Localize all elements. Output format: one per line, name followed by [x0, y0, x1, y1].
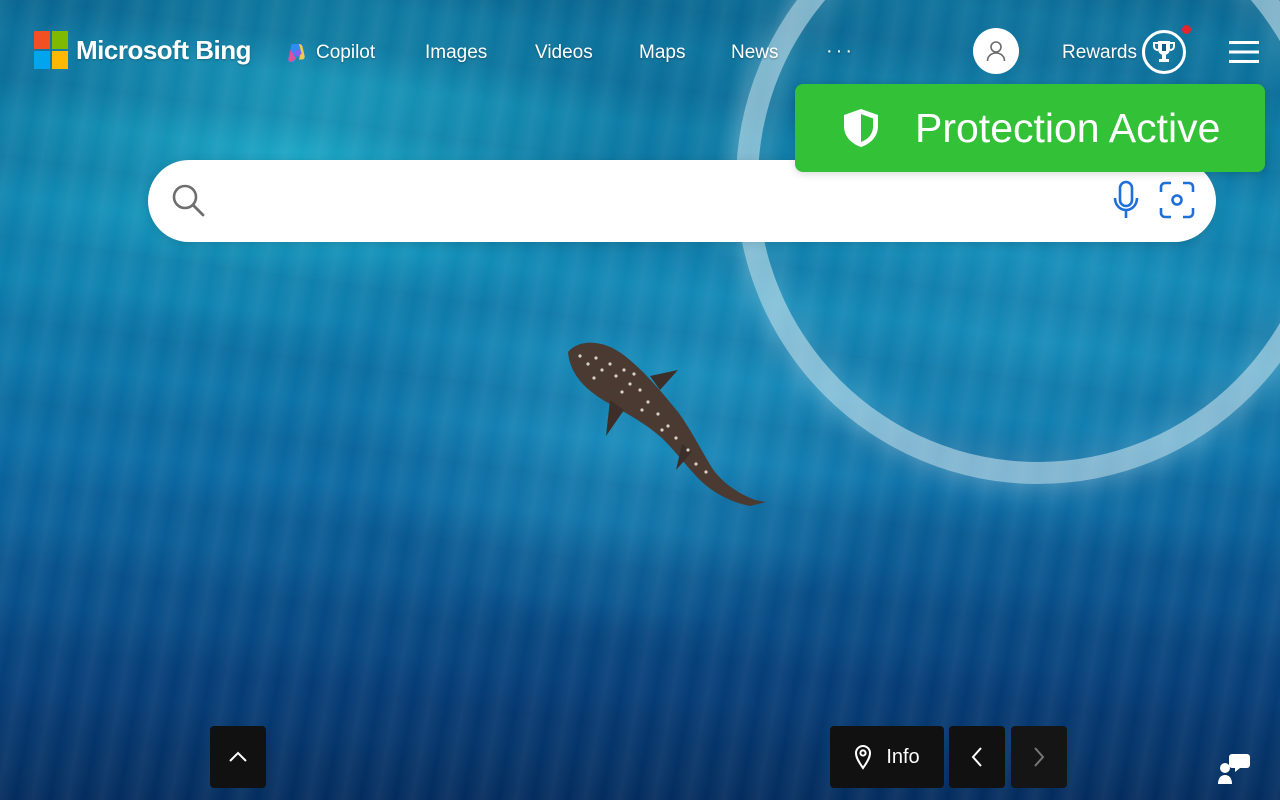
hamburger-menu-icon[interactable] [1229, 40, 1259, 64]
nav-videos[interactable]: Videos [535, 40, 593, 66]
previous-image-button[interactable] [949, 726, 1005, 788]
nav-label: Maps [639, 42, 686, 63]
search-input[interactable] [220, 180, 1084, 224]
profile-button[interactable] [973, 28, 1019, 74]
scroll-up-button[interactable] [210, 726, 266, 788]
logo-square [34, 51, 50, 69]
nav-more-button[interactable]: ··· [826, 38, 855, 64]
whale-shark-image [568, 342, 766, 506]
microsoft-logo-icon [34, 31, 68, 69]
nav-news[interactable]: News [731, 40, 779, 66]
image-info-button[interactable]: Info [830, 726, 944, 788]
bing-homepage: Microsoft Bing Copilot Images Videos Map… [0, 0, 1280, 800]
search-box [148, 160, 1216, 242]
microphone-icon[interactable] [1112, 180, 1140, 222]
logo-square [52, 31, 68, 49]
notification-dot [1182, 25, 1191, 34]
logo-square [34, 31, 50, 49]
copilot-icon [288, 44, 305, 62]
info-label: Info [886, 745, 920, 768]
chevron-left-icon [971, 747, 982, 767]
shield-icon [844, 109, 878, 147]
nav-label: Copilot [316, 42, 376, 63]
protection-status-label: Protection Active [915, 104, 1221, 151]
protection-active-banner[interactable]: Protection Active [795, 84, 1265, 172]
brand-name: Microsoft Bing [76, 34, 252, 65]
chevron-up-icon [229, 751, 247, 762]
nav-label: News [731, 42, 779, 63]
rewards-link[interactable]: Rewards [1062, 42, 1137, 64]
feedback-icon[interactable] [1216, 752, 1250, 786]
nav-copilot[interactable]: Copilot [286, 40, 375, 66]
chevron-right-icon [1034, 747, 1045, 767]
nav-images[interactable]: Images [425, 40, 487, 66]
search-icon[interactable] [170, 182, 206, 218]
nav-maps[interactable]: Maps [639, 40, 685, 66]
rewards-button[interactable] [1142, 30, 1186, 74]
location-pin-icon [855, 745, 872, 770]
more-dots-icon: ··· [826, 39, 855, 62]
nav-label: Videos [535, 42, 593, 63]
visual-search-icon[interactable] [1158, 180, 1196, 222]
user-icon [986, 41, 1006, 62]
bing-logo[interactable]: Microsoft Bing [34, 31, 252, 69]
trophy-icon [1153, 41, 1175, 62]
logo-square [52, 51, 68, 69]
nav-label: Images [425, 42, 488, 63]
next-image-button[interactable] [1011, 726, 1067, 788]
